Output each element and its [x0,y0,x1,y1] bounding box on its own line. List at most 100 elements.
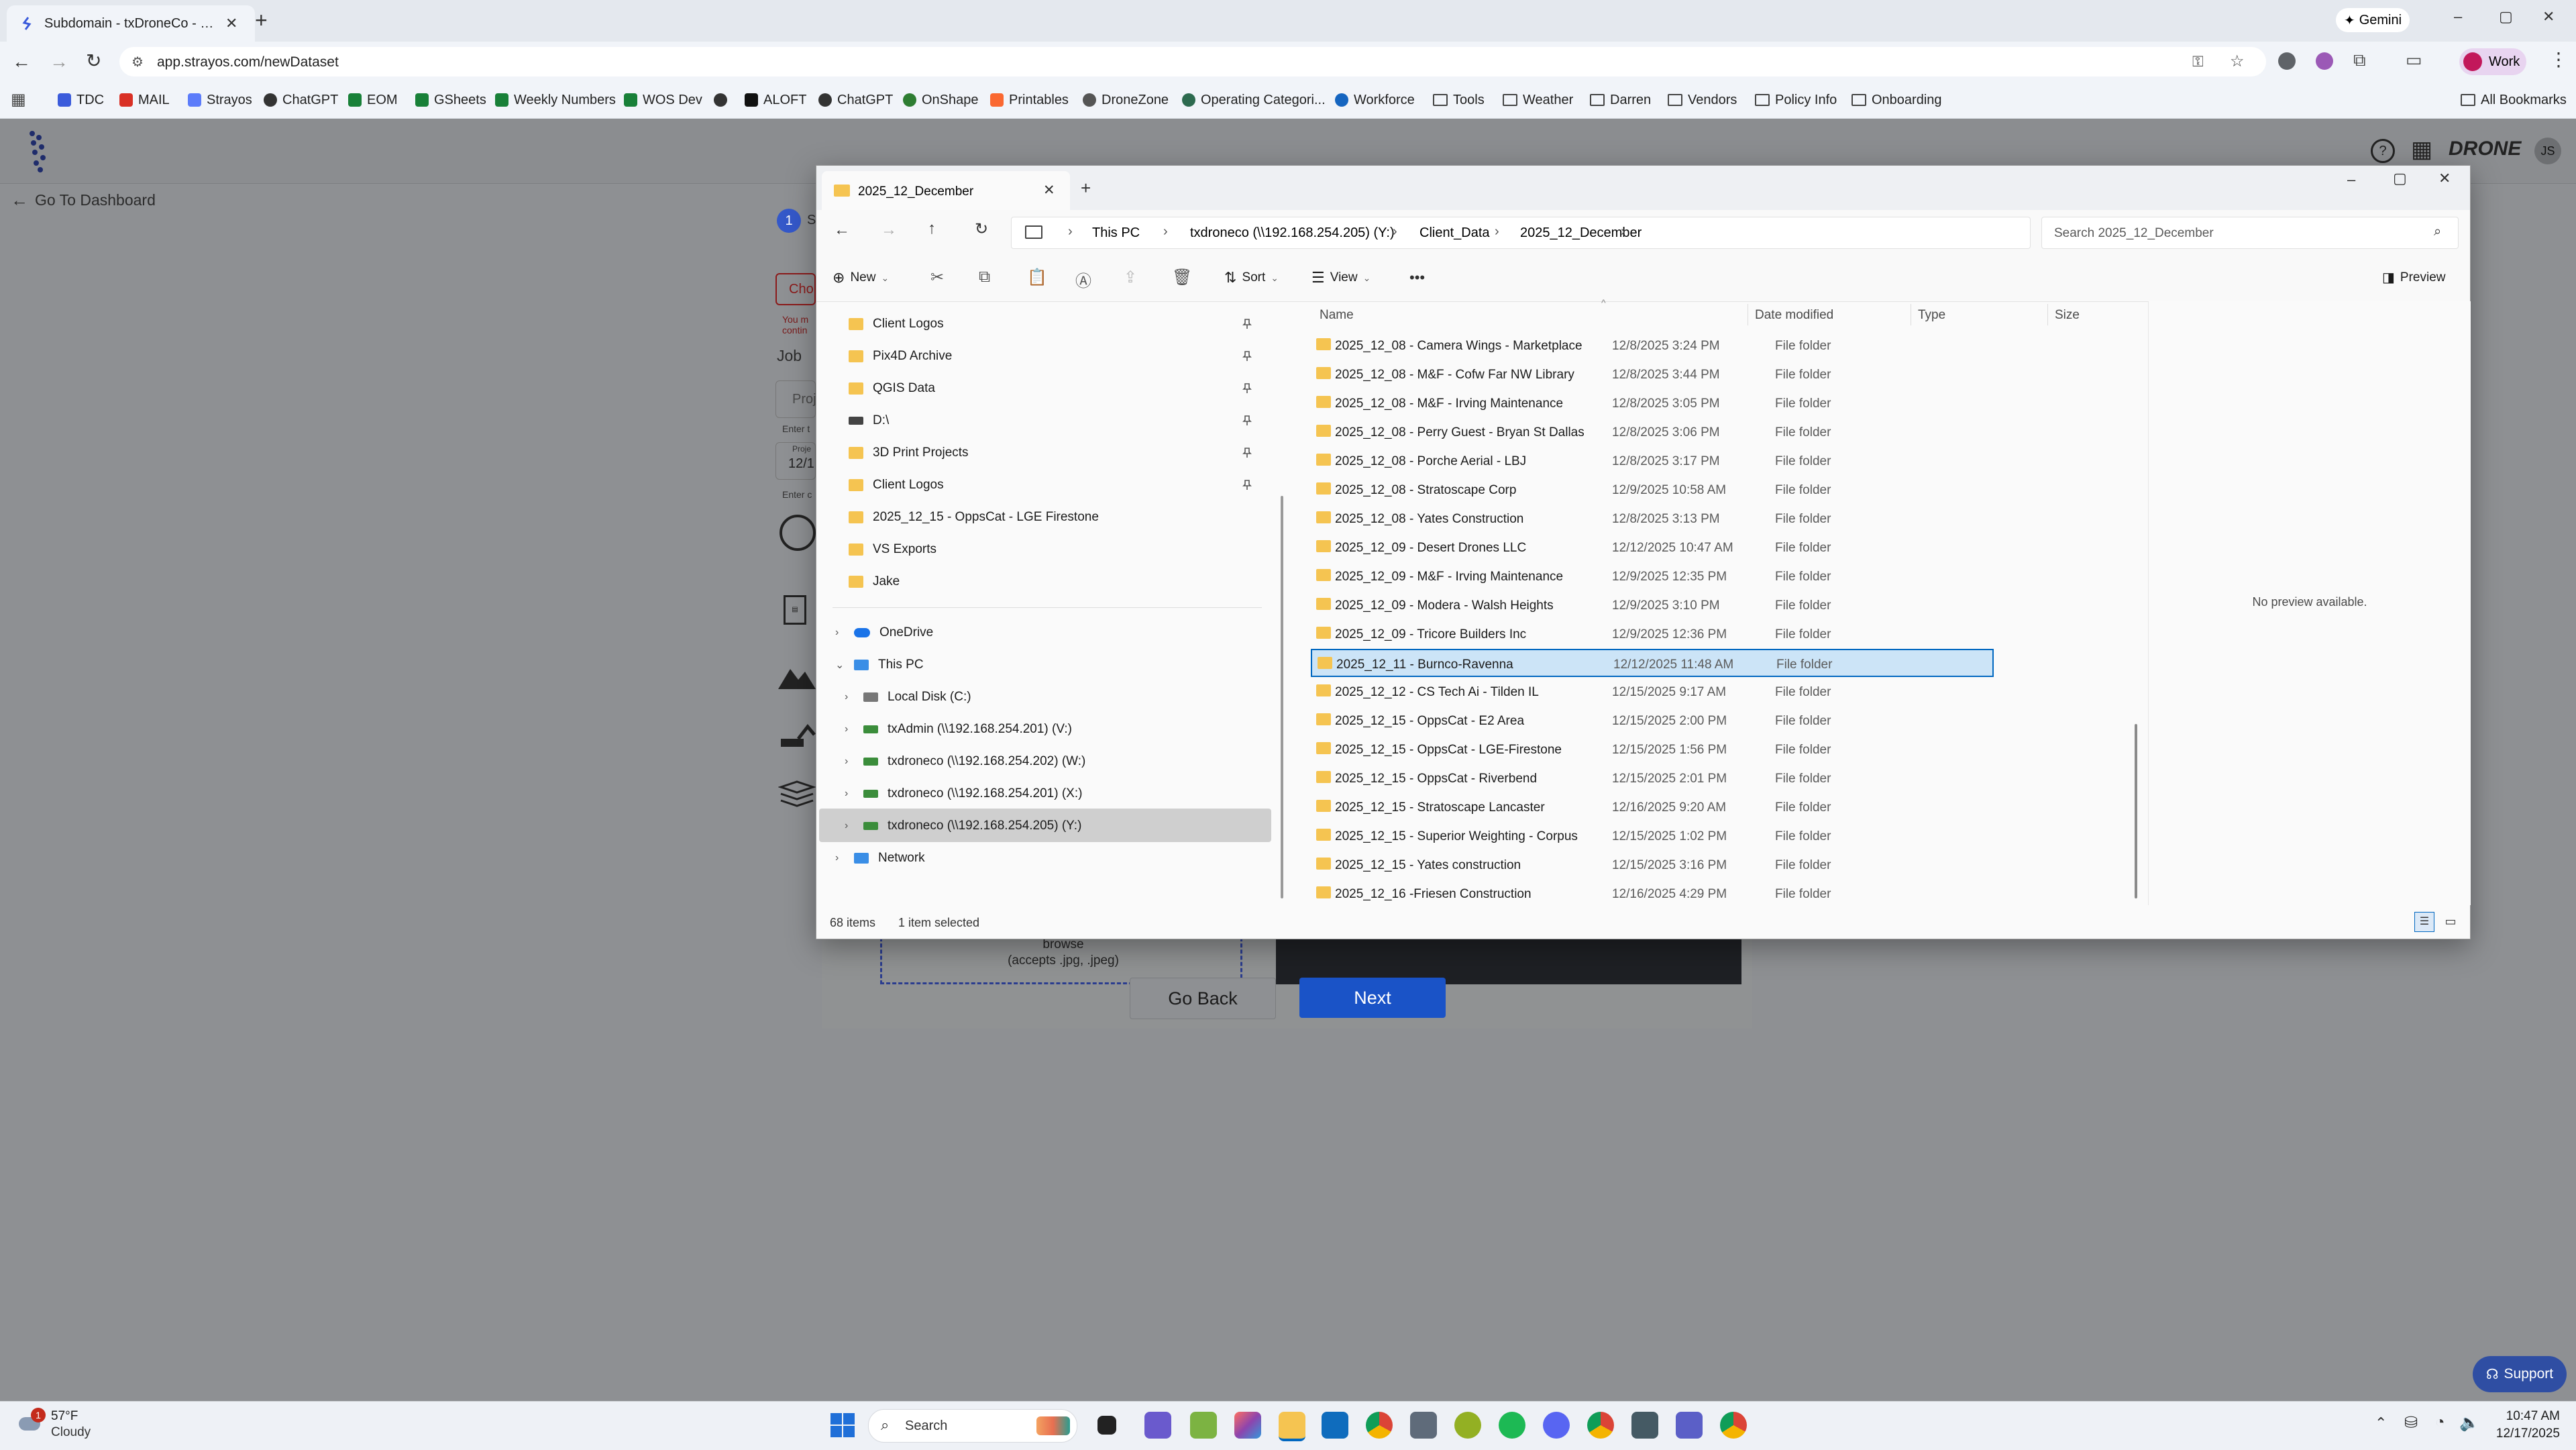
calculator-icon[interactable] [1410,1412,1437,1439]
list-scrollbar-thumb[interactable] [2135,724,2137,898]
chrome-alt-icon[interactable] [1720,1412,1747,1439]
view-button[interactable]: ☰ View ⌄ [1311,269,1371,287]
snipping-tool-icon[interactable] [1144,1412,1171,1439]
forward-arrow-icon[interactable]: → [881,221,897,240]
maximize-icon[interactable]: ▢ [2393,170,2407,187]
bookmark-item[interactable]: EOM [348,91,398,109]
mountain-icon[interactable] [778,662,816,689]
table-row[interactable]: 2025_12_08 - Stratoscape Corp 12/9/2025 1… [1311,476,1994,504]
go-back-button[interactable]: Go Back [1130,978,1276,1019]
new-tab-button[interactable]: + [1081,178,1091,199]
table-row[interactable]: 2025_12_16 -Friesen Construction 12/16/20… [1311,880,1994,905]
bookmark-item[interactable]: Policy Info [1755,91,1837,109]
table-row[interactable]: 2025_12_15 - Superior Weighting - Corpus… [1311,822,1994,850]
bookmark-item[interactable]: Onboarding [1851,91,1942,109]
new-tab-button[interactable]: + [255,8,268,33]
table-row[interactable]: 2025_12_15 - OppsCat - E2 Area 12/15/2025… [1311,707,1994,735]
extension-icon[interactable] [2278,52,2296,70]
puzzle-extensions-icon[interactable]: ⧉ [2353,50,2366,71]
tab-close-icon[interactable]: ✕ [225,15,237,32]
cut-icon[interactable]: ✂ [930,268,944,287]
wifi-icon[interactable]: ◔ [2435,1413,2445,1432]
tiles-view-icon[interactable]: ▭ [2441,912,2460,931]
bookmark-star-icon[interactable]: ☆ [2230,52,2245,71]
window-maximize-button[interactable]: ▢ [2499,8,2513,25]
bookmark-item[interactable]: WOS Dev [624,91,702,109]
search-icon[interactable]: ⌕ [2434,224,2441,240]
table-row[interactable]: 2025_12_09 - M&F - Irving Maintenance 12/… [1311,562,1994,590]
table-row[interactable]: 2025_12_09 - Desert Drones LLC 12/12/2025… [1311,533,1994,562]
address-breadcrumb[interactable]: › This PC › txdroneco (\\192.168.254.205… [1011,217,2031,249]
browser-menu-icon[interactable]: ⋮ [2549,48,2568,70]
tray-app-icon[interactable]: ⛁ [2404,1413,2418,1433]
notepad-icon[interactable] [1190,1412,1217,1439]
user-avatar[interactable]: JS [2534,138,2561,164]
bookmark-item[interactable]: TDC [58,91,104,109]
column-name[interactable]: Name [1320,308,1354,323]
rename-icon[interactable]: Ⓐ [1075,268,1091,291]
bookmark-item[interactable]: ChatGPT [264,91,338,109]
paste-icon[interactable]: 📋 [1027,268,1047,287]
password-key-icon[interactable]: ⚿ [2192,53,2204,70]
copilot-icon[interactable] [1234,1412,1261,1439]
bookmark-item[interactable]: OnShape [903,91,979,109]
breadcrumb-this-pc[interactable]: This PC [1092,225,1140,241]
csv-file-icon[interactable]: ▤ [784,595,806,625]
table-row[interactable]: 2025_12_15 - OppsCat - Riverbend 12/15/20… [1311,764,1994,792]
explorer-search-box[interactable]: Search 2025_12_December ⌕ [2041,217,2459,249]
extension-icon[interactable] [2316,52,2333,70]
bookmark-item[interactable]: Workforce [1335,91,1415,109]
bookmark-item[interactable] [714,91,727,109]
bookmark-item[interactable]: Operating Categori... [1182,91,1326,109]
all-bookmarks-item[interactable]: All Bookmarks [2461,91,2567,109]
copy-icon[interactable]: ⧉ [979,268,990,287]
back-arrow-icon[interactable]: ← [834,221,850,240]
spotify-icon[interactable] [1499,1412,1525,1439]
table-row[interactable]: 2025_12_08 - Porche Aerial - LBJ 12/8/202… [1311,447,1994,475]
apps-grid-icon[interactable]: ▦ [11,90,26,109]
weather-widget[interactable]: 1 57°F Cloudy [16,1406,123,1444]
site-info-icon[interactable]: ⚙ [131,54,144,70]
table-row[interactable]: 2025_12_15 - Stratoscape Lancaster 12/16/… [1311,793,1994,821]
column-type[interactable]: Type [1918,308,1945,323]
windows-start-icon[interactable] [830,1413,855,1437]
more-options-icon[interactable]: ••• [1409,269,1425,287]
strayos-logo-icon[interactable] [24,128,56,175]
table-row[interactable]: 2025_12_08 - Perry Guest - Bryan St Dall… [1311,418,1994,446]
tray-overflow-icon[interactable]: ⌃ [2375,1414,2387,1432]
column-date-modified[interactable]: Date modified [1755,308,1833,323]
clock[interactable]: 10:47 AM 12/17/2025 [2486,1406,2560,1444]
project-date-input[interactable]: Proje 12/1 [775,442,816,480]
side-panel-icon[interactable]: ▭ [2406,50,2422,70]
apps-grid-icon[interactable]: ▦ [2411,136,2432,163]
chrome-icon[interactable] [1366,1412,1393,1439]
taskbar-search-box[interactable]: ⌕ Search [868,1409,1077,1443]
sort-button[interactable]: ⇅ Sort ⌄ [1224,269,1279,287]
delete-icon[interactable]: 🗑 [1172,268,1192,287]
bookmark-item[interactable]: Weekly Numbers [495,91,616,109]
bookmark-item[interactable]: GSheets [415,91,486,109]
table-row[interactable]: 2025_12_12 - CS Tech Ai - Tilden IL 12/15… [1311,678,1994,706]
project-name-input[interactable]: Proj [775,380,816,418]
excavator-icon[interactable] [778,723,816,752]
table-row[interactable]: 2025_12_09 - Tricore Builders Inc 12/9/20… [1311,620,1994,648]
preview-button[interactable]: ◨ Preview [2382,269,2445,286]
list-scrollbar[interactable] [2133,301,2139,905]
breadcrumb-drive[interactable]: txdroneco (\\192.168.254.205) (Y:) [1190,225,1395,241]
gemini-button[interactable]: ✦ Gemini [2336,8,2410,32]
browser-tab[interactable]: Subdomain - txDroneCo - Dem ✕ [7,5,255,42]
reload-icon[interactable]: ↻ [86,50,101,72]
teams-icon[interactable] [1676,1412,1703,1439]
next-button[interactable]: Next [1299,978,1446,1018]
bookmark-item[interactable]: DroneZone [1083,91,1169,109]
close-icon[interactable]: ✕ [2438,170,2451,187]
chrome-profile-icon[interactable] [1587,1412,1614,1439]
bookmark-item[interactable]: Strayos [188,91,252,109]
url-text[interactable]: app.strayos.com/newDataset [157,54,962,70]
bookmark-item[interactable]: Vendors [1668,91,1737,109]
crosshair-icon[interactable] [780,515,816,551]
forward-arrow-icon[interactable]: → [50,51,68,72]
new-button[interactable]: ⊕ New ⌄ [833,269,889,287]
share-icon[interactable]: ⇪ [1124,268,1137,287]
qgis-icon[interactable] [1454,1412,1481,1439]
